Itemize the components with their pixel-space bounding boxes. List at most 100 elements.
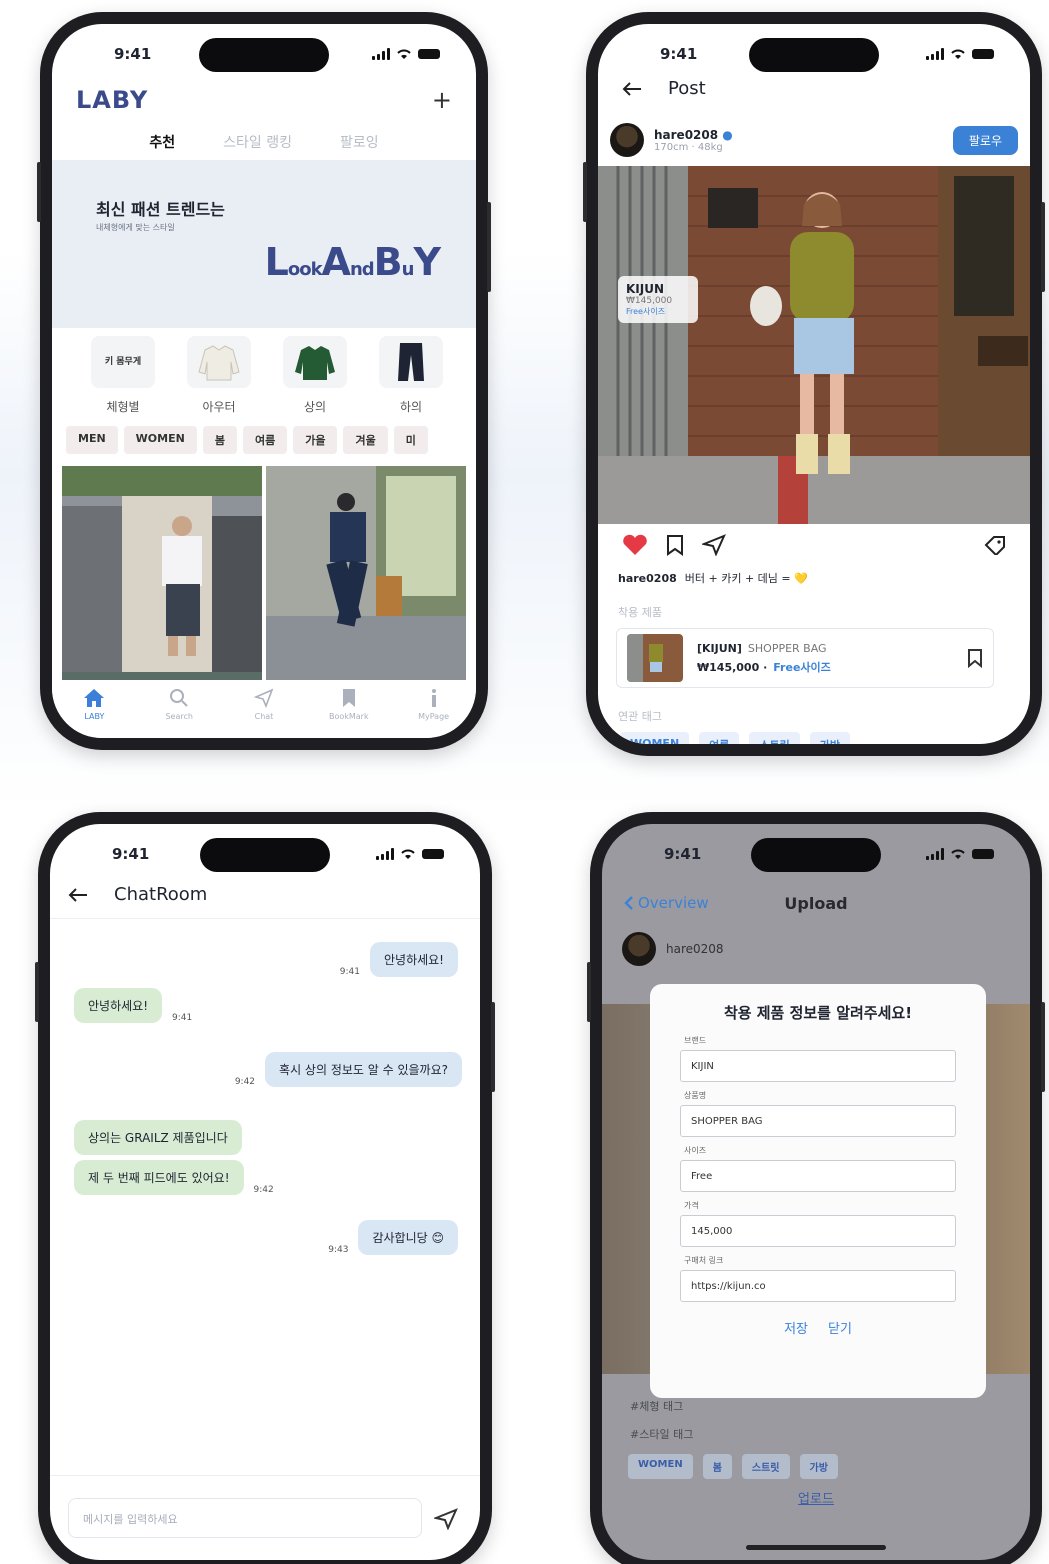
post-actions: [622, 534, 1006, 556]
bookmark-icon[interactable]: [967, 648, 983, 668]
pants-icon: [379, 336, 443, 388]
close-button[interactable]: 닫기: [828, 1318, 852, 1337]
tag-chip[interactable]: 가방: [799, 1454, 838, 1479]
message-row: 제 두 번째 피드에도 있어요! 9:42: [74, 1160, 274, 1195]
tab-mypage[interactable]: MyPage: [399, 688, 469, 738]
wifi-icon: [397, 49, 411, 59]
product-tag-overlay[interactable]: KIJUN ₩145,000 Free사이즈: [618, 276, 698, 323]
phone-upload: 9:41 Overview Upload hare0208 착용 제품 정보를 …: [587, 812, 1045, 1564]
info-icon: [431, 689, 436, 707]
message-bubble-received[interactable]: 제 두 번째 피드에도 있어요!: [74, 1160, 244, 1195]
battery-icon: [418, 49, 440, 59]
status-time: 9:41: [664, 845, 702, 863]
chip-fall[interactable]: 가을: [293, 426, 338, 454]
message-bubble-received[interactable]: 상의는 GRAILZ 제품입니다: [74, 1120, 242, 1155]
price-field[interactable]: 145,000: [680, 1215, 956, 1247]
brand-field[interactable]: KIJIN: [680, 1050, 956, 1082]
page-title: Post: [668, 78, 706, 99]
tab-recommend[interactable]: 추천: [149, 132, 175, 152]
wifi-icon: [401, 849, 415, 859]
follow-button[interactable]: 팔로우: [952, 125, 1018, 155]
tag-icon[interactable]: [984, 535, 1006, 555]
chip-summer[interactable]: 여름: [242, 426, 288, 454]
tab-following[interactable]: 팔로잉: [340, 132, 379, 152]
purchase-link-field[interactable]: https://kijun.co: [680, 1270, 956, 1302]
send-icon: [253, 688, 274, 708]
tag-chip[interactable]: 스트릿: [741, 1454, 790, 1479]
heart-icon[interactable]: [622, 534, 648, 556]
banner-title: 최신 패션 트렌드는: [96, 200, 225, 219]
upload-screen: 9:41 Overview Upload hare0208 착용 제품 정보를 …: [602, 824, 1030, 1560]
app-logo: LABY: [76, 86, 149, 114]
save-button[interactable]: 저장: [784, 1318, 808, 1337]
message-row: 상의는 GRAILZ 제품입니다: [74, 1120, 242, 1155]
feed-photo[interactable]: [62, 466, 262, 692]
banner-subtitle: 내체형에게 맞는 스타일: [96, 223, 175, 232]
bookmark-icon[interactable]: [666, 534, 684, 556]
battery-icon: [972, 49, 994, 59]
category-bottom[interactable]: 하의: [376, 336, 446, 415]
size-field[interactable]: Free: [680, 1160, 956, 1192]
modal-title: 착용 제품 정보를 알려주세요!: [723, 1004, 913, 1022]
tag-chip[interactable]: 여름: [699, 732, 740, 744]
message-bubble-received[interactable]: 안녕하세요!: [74, 988, 163, 1023]
home-icon: [84, 689, 105, 707]
tag-chip[interactable]: 봄: [702, 1454, 732, 1479]
avatar: [622, 932, 656, 966]
chip-spring[interactable]: 봄: [202, 426, 237, 454]
upload-button[interactable]: 업로드: [798, 1488, 834, 1507]
send-icon[interactable]: [434, 1508, 458, 1530]
username[interactable]: hare0208 ●: [654, 128, 733, 142]
post-nav: Post: [622, 78, 1006, 99]
back-button[interactable]: Overview: [624, 894, 709, 912]
message-bubble-sent[interactable]: 혹시 상의 정보도 알 수 있을까요?: [265, 1052, 462, 1087]
chip-winter[interactable]: 겨울: [343, 426, 388, 454]
trend-banner[interactable]: 최신 패션 트렌드는 내체형에게 맞는 스타일 LookAndBuY: [52, 160, 476, 328]
tab-home[interactable]: LABY: [59, 688, 129, 738]
tab-style-ranking[interactable]: 스타일 랭킹: [223, 132, 292, 152]
signal-icon: [926, 48, 944, 60]
send-icon[interactable]: [702, 534, 726, 556]
post-photo[interactable]: KIJUN ₩145,000 Free사이즈: [598, 166, 1030, 524]
page-title: Upload: [784, 893, 848, 913]
dynamic-island: [751, 838, 881, 872]
dynamic-island: [199, 38, 329, 72]
tab-bookmark[interactable]: BookMark: [314, 688, 384, 738]
tag-chip[interactable]: WOMEN: [628, 1454, 693, 1479]
dynamic-island: [749, 38, 879, 72]
username: hare0208: [666, 942, 724, 956]
tab-chat[interactable]: Chat: [229, 688, 299, 738]
add-post-button[interactable]: +: [432, 86, 452, 114]
message-bubble-sent[interactable]: 안녕하세요!: [369, 942, 458, 977]
message-input[interactable]: 메시지를 입력하세요: [68, 1498, 422, 1538]
avatar[interactable]: [610, 123, 644, 157]
message-row: 9:42 혹시 상의 정보도 알 수 있을까요?: [235, 1052, 462, 1087]
tag-chip[interactable]: 스트릿: [749, 732, 800, 744]
category-body-type[interactable]: 키 몸무게 체형별: [88, 336, 158, 415]
divider: [50, 1475, 480, 1476]
chip-more[interactable]: 미: [393, 426, 428, 454]
tag-chip[interactable]: 가방: [809, 732, 851, 744]
related-tags-label: 연관 태그: [618, 710, 662, 723]
home-screen: 9:41 LABY + 추천 스타일 랭킹 팔로잉 최신 패션 트렌드는 내체형…: [52, 24, 476, 738]
back-arrow-icon[interactable]: [622, 81, 642, 97]
back-arrow-icon[interactable]: [68, 887, 88, 903]
category-top[interactable]: 상의: [280, 336, 350, 415]
jacket-icon: [187, 336, 251, 388]
search-icon: [170, 689, 188, 707]
product-card[interactable]: [KIJUN] SHOPPER BAG ₩145,000 · Free사이즈: [616, 628, 994, 688]
message-row: 안녕하세요! 9:41: [74, 988, 192, 1023]
chip-women[interactable]: WOMEN: [123, 426, 197, 454]
verified-icon: ●: [722, 127, 733, 142]
upload-nav: Overview Upload: [624, 893, 1008, 913]
chip-men[interactable]: MEN: [66, 426, 118, 454]
phone-home: 9:41 LABY + 추천 스타일 랭킹 팔로잉 최신 패션 트렌드는 내체형…: [37, 12, 491, 750]
feed-photo[interactable]: [266, 466, 466, 692]
tab-search[interactable]: Search: [144, 688, 214, 738]
product-name-field[interactable]: SHOPPER BAG: [680, 1105, 956, 1137]
message-bubble-sent[interactable]: 감사합니당 😊: [358, 1220, 458, 1255]
tag-chip[interactable]: WOMEN: [620, 732, 690, 744]
style-tag-label: #스타일 태그: [630, 1428, 694, 1441]
category-outer[interactable]: 아우터: [184, 336, 254, 415]
battery-icon: [422, 849, 444, 859]
